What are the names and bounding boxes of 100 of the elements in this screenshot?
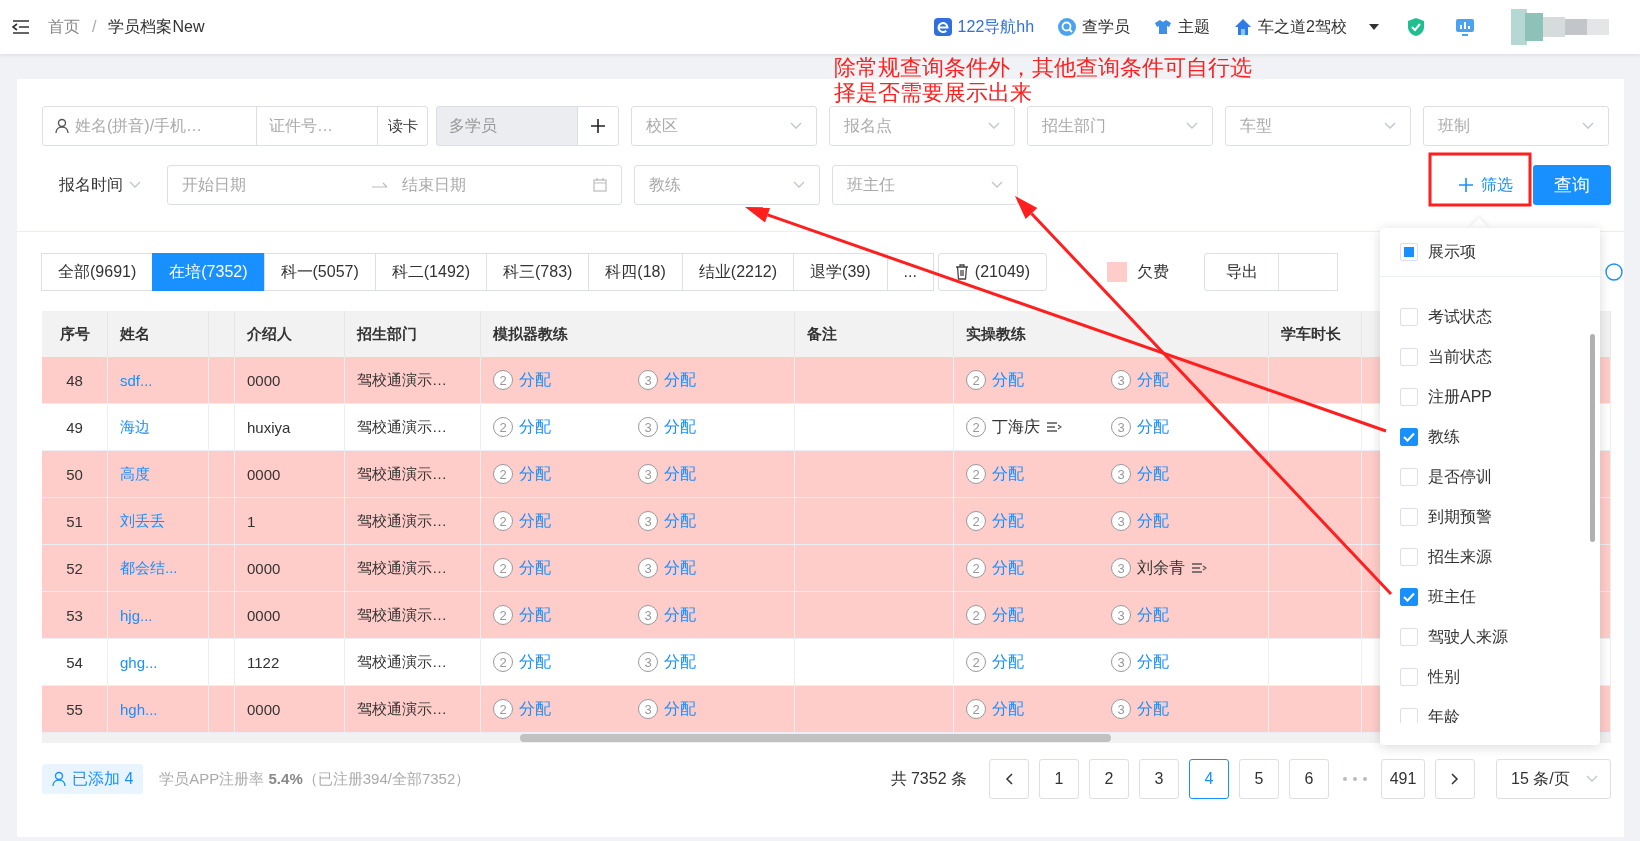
checkbox-label[interactable]: 性别 — [1428, 666, 1460, 688]
student-name-link[interactable]: sdf... — [108, 357, 209, 403]
assign-link[interactable]: 分配 — [1137, 651, 1169, 673]
checkbox[interactable] — [1400, 588, 1418, 606]
assign-link[interactable]: 分配 — [664, 604, 696, 626]
toolbar-button[interactable] — [1278, 253, 1338, 291]
assign-link[interactable]: 分配 — [1137, 510, 1169, 532]
export-button[interactable]: 导出 — [1204, 253, 1279, 291]
assign-link[interactable]: 分配 — [519, 369, 551, 391]
add-button[interactable] — [577, 106, 619, 146]
page-button[interactable]: 4 — [1189, 759, 1229, 799]
added-students-button[interactable]: 已添加 4 — [42, 764, 144, 794]
assign-link[interactable]: 分配 — [664, 651, 696, 673]
select-field[interactable]: 车型 — [1225, 106, 1411, 146]
assign-link[interactable]: 分配 — [664, 463, 696, 485]
assign-link[interactable]: 分配 — [664, 557, 696, 579]
shortcut-link[interactable]: 查学员 — [1082, 16, 1131, 38]
assign-link[interactable]: 分配 — [1137, 463, 1169, 485]
checkbox-label[interactable]: 是否停训 — [1428, 466, 1492, 488]
assign-link[interactable]: 分配 — [664, 416, 696, 438]
checkbox-label[interactable]: 展示项 — [1428, 241, 1476, 263]
student-name-link[interactable]: 高度 — [108, 451, 209, 497]
assign-link[interactable]: 分配 — [992, 557, 1024, 579]
page-button[interactable]: 1 — [1039, 759, 1079, 799]
assign-link[interactable]: 分配 — [992, 369, 1024, 391]
assign-link[interactable]: 分配 — [992, 604, 1024, 626]
select-field[interactable]: 班制 — [1423, 106, 1609, 146]
status-tab[interactable]: 全部(9691) — [41, 253, 154, 291]
read-card-button[interactable]: 读卡 — [377, 106, 428, 146]
list-icon[interactable] — [1191, 562, 1207, 574]
chart-icon[interactable] — [1455, 18, 1475, 36]
assign-link[interactable]: 分配 — [664, 510, 696, 532]
checkbox[interactable] — [1400, 428, 1418, 446]
previous-page-button[interactable] — [989, 759, 1029, 799]
shortcut-link[interactable]: 车之道2驾校 — [1258, 16, 1347, 38]
assign-link[interactable]: 分配 — [1137, 369, 1169, 391]
breadcrumb-item[interactable]: 首页 — [48, 16, 80, 38]
query-button[interactable]: 查询 — [1533, 165, 1611, 205]
assign-link[interactable]: 分配 — [519, 416, 551, 438]
student-name-link[interactable]: hjg... — [108, 592, 209, 638]
list-icon[interactable] — [1046, 421, 1062, 433]
select-field[interactable]: 教练 — [634, 165, 820, 205]
checkbox-label[interactable]: 年龄 — [1428, 706, 1460, 723]
shortcut-link[interactable]: 主题 — [1178, 16, 1211, 38]
student-name-link[interactable]: 都会结... — [108, 545, 209, 591]
status-tab[interactable]: 科二(1492) — [374, 253, 487, 291]
status-tab[interactable]: 结业(2212) — [681, 253, 795, 291]
next-page-button[interactable] — [1435, 759, 1475, 799]
assign-link[interactable]: 分配 — [992, 463, 1024, 485]
date-type-select[interactable]: 报名时间 — [42, 165, 157, 205]
select-field[interactable]: 校区 — [631, 106, 817, 146]
assign-link[interactable]: 分配 — [519, 510, 551, 532]
assign-link[interactable]: 分配 — [519, 463, 551, 485]
page-button[interactable]: 491 — [1381, 759, 1425, 799]
checkbox-label[interactable]: 教练 — [1428, 426, 1460, 448]
menu-icon[interactable] — [12, 19, 30, 35]
name-field[interactable]: 姓名(拼音)/手机… — [42, 106, 257, 146]
status-tab[interactable]: 科三(783) — [486, 253, 590, 291]
assign-link[interactable]: 分配 — [992, 651, 1024, 673]
status-tab[interactable]: 退学(39) — [793, 253, 888, 291]
caret-icon[interactable] — [1369, 24, 1379, 30]
assign-link[interactable]: 分配 — [992, 698, 1024, 720]
scrollbar-thumb[interactable] — [1590, 334, 1595, 542]
student-name-link[interactable]: 刘丢丢 — [108, 498, 209, 544]
status-tab[interactable]: 科四(18) — [588, 253, 683, 291]
checkbox-label[interactable]: 招生来源 — [1428, 546, 1492, 568]
checkbox-label[interactable]: 到期预警 — [1428, 506, 1492, 528]
assign-link[interactable]: 分配 — [664, 369, 696, 391]
assign-link[interactable]: 分配 — [519, 604, 551, 626]
status-tab[interactable]: (21049) — [937, 253, 1047, 291]
assign-link[interactable]: 分配 — [519, 698, 551, 720]
assign-link[interactable]: 分配 — [992, 510, 1024, 532]
select-field[interactable]: 招生部门 — [1027, 106, 1213, 146]
student-name-link[interactable]: ghg... — [108, 639, 209, 685]
checkbox-label[interactable]: 考试状态 — [1428, 306, 1492, 328]
status-tab[interactable]: 在培(7352) — [152, 253, 265, 291]
shortcut-link[interactable]: 122导航hh — [957, 16, 1035, 38]
page-button[interactable]: 2 — [1089, 759, 1129, 799]
page-button[interactable]: 3 — [1139, 759, 1179, 799]
more-pages-icon[interactable] — [1343, 777, 1367, 781]
checkbox-label[interactable]: 驾驶人来源 — [1428, 626, 1508, 648]
shield-icon[interactable] — [1407, 17, 1425, 37]
checkbox-label[interactable]: 班主任 — [1428, 586, 1476, 608]
date-range-field[interactable]: 开始日期 结束日期 — [167, 165, 622, 205]
checkbox-label[interactable]: 注册APP — [1428, 386, 1492, 408]
checkbox-label[interactable]: 当前状态 — [1428, 346, 1492, 368]
page-size-select[interactable]: 15 条/页 — [1496, 759, 1611, 799]
status-tab[interactable]: 科一(5057) — [263, 253, 376, 291]
select-field[interactable]: 班主任 — [832, 165, 1018, 205]
assign-link[interactable]: 分配 — [1137, 604, 1169, 626]
student-name-link[interactable]: 海边 — [108, 404, 209, 450]
select-field[interactable]: 报名点 — [829, 106, 1015, 146]
page-button[interactable]: 6 — [1289, 759, 1329, 799]
assign-link[interactable]: 分配 — [519, 557, 551, 579]
assign-link[interactable]: 分配 — [1137, 416, 1169, 438]
assign-link[interactable]: 分配 — [519, 651, 551, 673]
assign-link[interactable]: 分配 — [664, 698, 696, 720]
student-name-link[interactable]: hgh... — [108, 686, 209, 732]
page-button[interactable]: 5 — [1239, 759, 1279, 799]
assign-link[interactable]: 分配 — [1137, 698, 1169, 720]
